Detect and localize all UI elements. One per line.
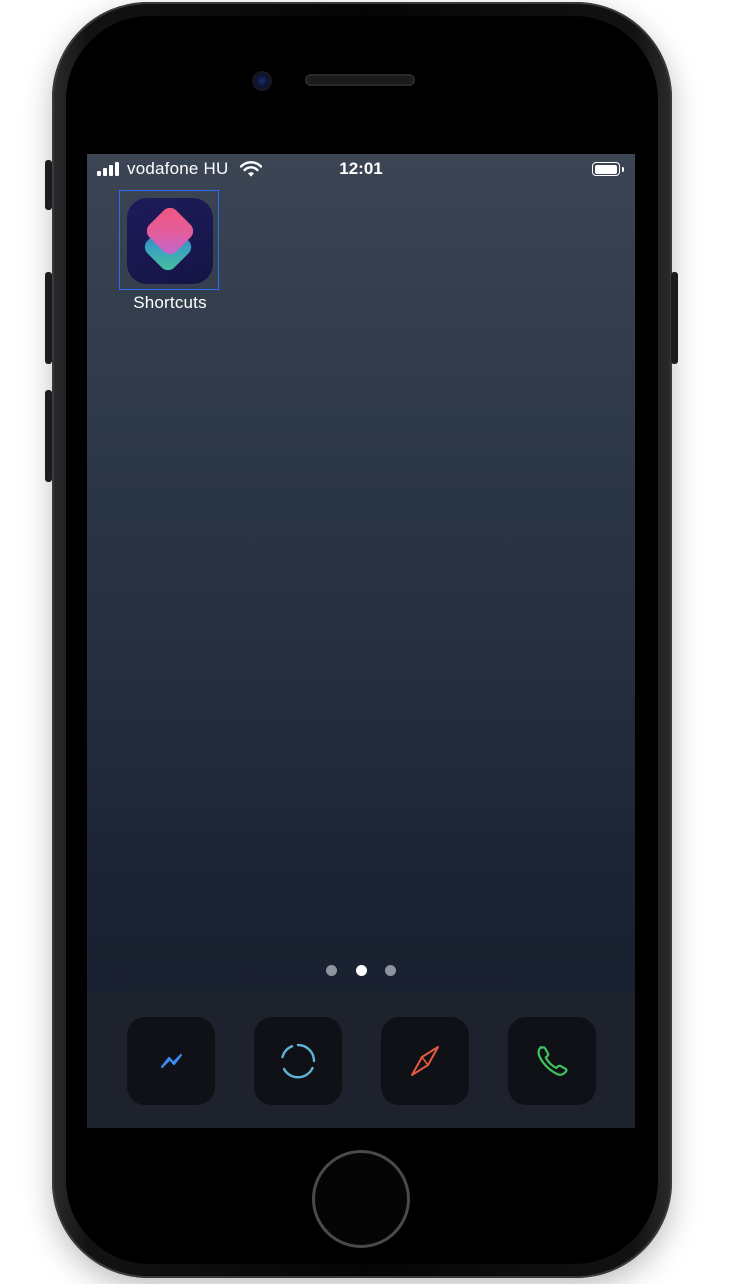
home-screen: vodafone HU 12:01 Shortcuts <box>87 154 635 1128</box>
front-camera <box>252 71 272 91</box>
volume-up-button <box>45 272 52 364</box>
dock-app-phone[interactable] <box>508 1017 596 1105</box>
battery-icon <box>592 162 624 176</box>
home-button[interactable] <box>312 1150 410 1248</box>
shortcuts-icon[interactable] <box>127 198 213 284</box>
volume-down-button <box>45 390 52 482</box>
dock <box>87 992 635 1128</box>
power-button <box>671 272 678 364</box>
messenger-icon <box>160 1053 183 1069</box>
dock-app-circle[interactable] <box>254 1017 342 1105</box>
compass-icon <box>411 1046 439 1076</box>
earpiece-speaker <box>305 74 415 86</box>
app-shortcuts[interactable]: Shortcuts <box>119 190 221 314</box>
page-dot-3[interactable] <box>384 965 396 977</box>
circle-ring-icon <box>281 1043 316 1079</box>
app-label-shortcuts: Shortcuts <box>133 293 207 312</box>
status-time: 12:01 <box>339 159 383 178</box>
shortcuts-glyph <box>144 207 194 271</box>
page-indicator[interactable] <box>87 962 635 977</box>
dock-app-messenger[interactable] <box>127 1017 215 1105</box>
silent-switch <box>45 160 52 210</box>
status-bar: vodafone HU 12:01 <box>87 154 635 186</box>
dock-app-compass[interactable] <box>381 1017 469 1105</box>
page-dot-2[interactable] <box>355 965 367 977</box>
page-dot-1[interactable] <box>326 965 338 977</box>
phone-icon <box>537 1045 568 1076</box>
